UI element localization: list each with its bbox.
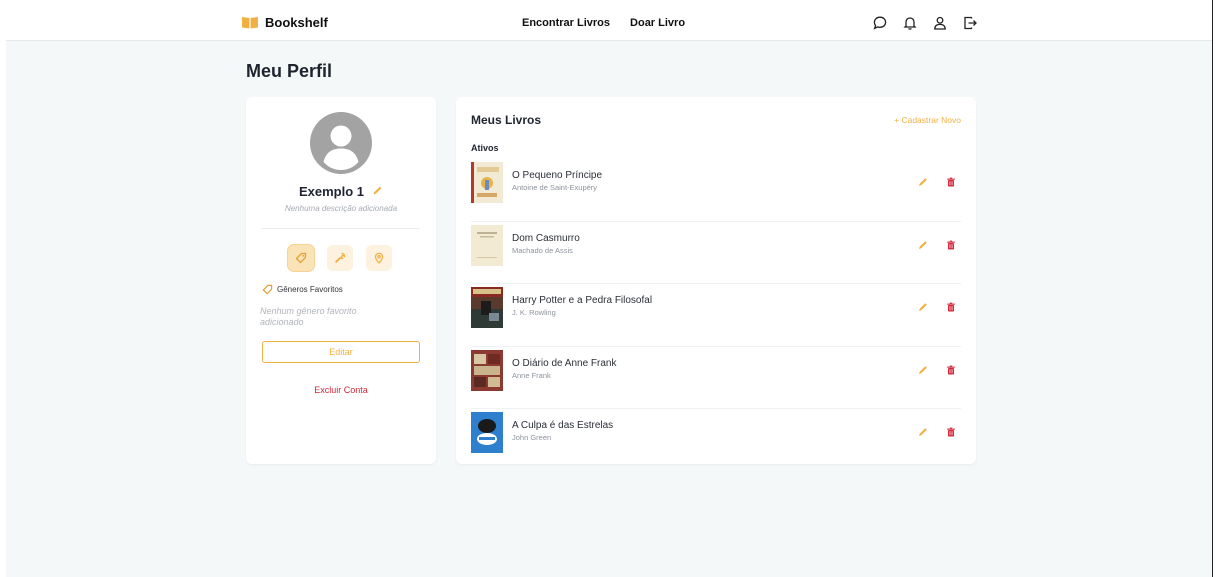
my-books-title: Meus Livros — [471, 113, 542, 127]
favorite-genres-label: Gêneros Favoritos — [262, 284, 343, 295]
top-navbar: Bookshelf Encontrar Livros Doar Livro — [6, 0, 1212, 41]
book-author: Anne Frank — [512, 370, 551, 380]
favorite-genres-empty: Nenhum gênero favorito adicionado — [260, 306, 357, 327]
favorite-genres-text: Gêneros Favoritos — [277, 285, 343, 294]
window-edge — [1212, 0, 1218, 577]
book-row: O Diário de Anne Frank Anne Frank — [471, 347, 961, 409]
book-title: O Pequeno Príncipe — [512, 170, 603, 181]
tab-genres[interactable] — [288, 245, 314, 271]
book-author: John Green — [512, 433, 552, 442]
book-cover — [471, 412, 503, 453]
wrench-icon — [334, 252, 346, 264]
book-cover — [471, 162, 503, 203]
profile-tabs — [288, 245, 392, 271]
book-cover — [471, 349, 503, 391]
book-cover — [471, 287, 503, 328]
tag-icon — [295, 252, 307, 264]
book-list: O Pequeno Príncipe Antoine de Saint-Exup… — [471, 159, 961, 471]
brand-name: Bookshelf — [265, 15, 328, 30]
add-new-book-link[interactable]: + Cadastrar Novo — [894, 115, 961, 125]
chat-icon[interactable] — [872, 15, 888, 31]
delete-book-trash-icon[interactable] — [945, 425, 957, 437]
brand-logo[interactable]: Bookshelf — [241, 15, 328, 30]
user-icon[interactable] — [932, 15, 948, 31]
book-title: A Culpa é das Estrelas — [512, 420, 614, 431]
book-author: Machado de Assis — [512, 245, 573, 255]
profile-description: Nenhuma descrição adicionada — [284, 204, 398, 213]
avatar-placeholder-icon — [310, 112, 372, 174]
tab-location[interactable] — [366, 245, 392, 271]
book-author: Antoine de Saint-Exupéry — [512, 183, 598, 192]
book-author: J. K. Rowling — [512, 308, 556, 317]
book-row: Dom Casmurro Machado de Assis — [471, 222, 961, 284]
page-title: Meu Perfil — [246, 61, 333, 81]
profile-divider — [262, 228, 420, 229]
book-title: Dom Casmurro — [512, 232, 580, 244]
book-title: O Diário de Anne Frank — [512, 357, 617, 369]
active-section-label: Ativos — [471, 143, 499, 153]
my-books-card: Meus Livros + Cadastrar Novo Ativos O Pe… — [456, 97, 976, 464]
location-pin-icon — [374, 252, 384, 264]
nav-donate-book[interactable]: Doar Livro — [630, 17, 685, 29]
delete-book-trash-icon[interactable] — [945, 363, 957, 375]
delete-account-link[interactable]: Excluir Conta — [246, 385, 436, 395]
book-row: A Culpa é das Estrelas John Green — [471, 409, 961, 471]
edit-profile-button[interactable]: Editar — [262, 341, 420, 363]
profile-card: Exemplo 1 Nenhuma descrição adicionada G… — [246, 97, 436, 464]
edit-name-pencil-icon[interactable] — [372, 184, 383, 199]
delete-book-trash-icon[interactable] — [945, 300, 957, 312]
delete-book-trash-icon[interactable] — [945, 175, 957, 187]
nav-find-books[interactable]: Encontrar Livros — [522, 17, 610, 29]
profile-name: Exemplo 1 — [298, 184, 365, 199]
edit-book-pencil-icon[interactable] — [917, 425, 929, 437]
edit-book-pencil-icon[interactable] — [917, 175, 929, 187]
tag-icon — [262, 284, 273, 295]
book-cover — [471, 224, 503, 266]
delete-book-trash-icon[interactable] — [945, 238, 957, 250]
avatar — [310, 112, 372, 174]
edit-book-pencil-icon[interactable] — [917, 300, 929, 312]
bell-icon[interactable] — [902, 15, 918, 31]
book-title: Harry Potter e a Pedra Filosofal — [512, 295, 653, 306]
book-row: O Pequeno Príncipe Antoine de Saint-Exup… — [471, 159, 961, 222]
main-nav: Encontrar Livros Doar Livro — [522, 17, 685, 29]
profile-name-row: Exemplo 1 — [246, 184, 436, 199]
edit-book-pencil-icon[interactable] — [917, 363, 929, 375]
tab-tools[interactable] — [327, 245, 353, 271]
book-row: Harry Potter e a Pedra Filosofal J. K. R… — [471, 284, 961, 347]
logout-icon[interactable] — [962, 15, 978, 31]
book-logo-icon — [242, 17, 258, 29]
header-icons — [872, 15, 978, 31]
edit-book-pencil-icon[interactable] — [917, 238, 929, 250]
app-root: Bookshelf Encontrar Livros Doar Livro Me… — [6, 0, 1212, 577]
